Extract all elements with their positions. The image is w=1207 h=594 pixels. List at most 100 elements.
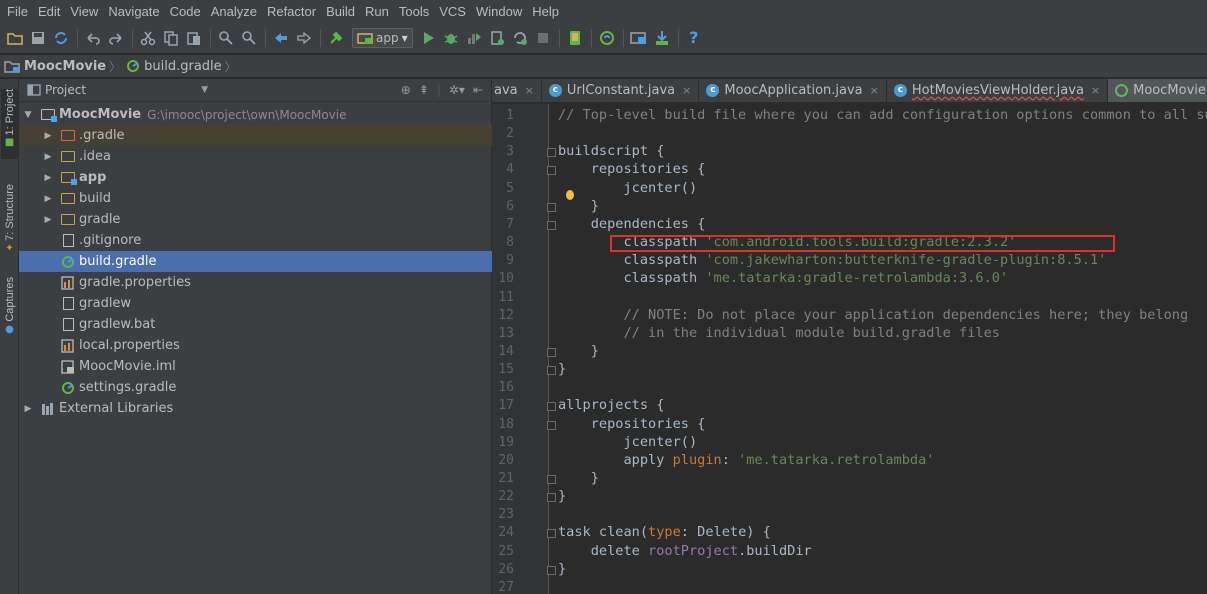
open-folder-icon[interactable] [4, 27, 26, 49]
make-project-icon[interactable] [325, 27, 347, 49]
code-line[interactable]: allprojects { [558, 397, 664, 413]
code-line[interactable]: repositories { [558, 161, 706, 177]
code-line[interactable]: apply plugin: 'me.tatarka.retrolambda' [558, 452, 934, 468]
code-line[interactable]: } [558, 198, 599, 214]
lightbulb-icon[interactable] [566, 190, 574, 200]
menu-item-code[interactable]: Code [165, 0, 206, 23]
gear-icon[interactable]: ✲▾ [449, 83, 465, 97]
tree-item-external-libraries[interactable]: ▶ External Libraries [19, 398, 492, 419]
code-line[interactable]: } [558, 488, 566, 504]
fold-marker-icon[interactable] [547, 166, 556, 176]
collapsed-arrow-icon[interactable]: ▶ [42, 194, 54, 204]
profile-icon[interactable] [463, 27, 485, 49]
attach-debugger-icon[interactable] [486, 27, 508, 49]
tree-item-gradle-properties[interactable]: gradle.properties [19, 272, 492, 293]
tree-item-app[interactable]: ▶ app [19, 167, 492, 188]
tab-hotmoviesviewholder[interactable]: c HotMoviesViewHolder.java × [887, 79, 1109, 102]
copy-icon[interactable] [160, 27, 182, 49]
menu-item-refactor[interactable]: Refactor [262, 0, 321, 23]
code-line[interactable]: buildscript { [558, 143, 664, 159]
tree-item-build-gradle[interactable]: build.gradle [19, 251, 492, 272]
help-icon[interactable]: ? [683, 27, 705, 49]
fold-marker-icon[interactable] [547, 148, 556, 158]
tree-item-gradlew-bat[interactable]: gradlew.bat [19, 314, 492, 335]
tool-tab-structure[interactable]: 7: Structure ✦ [1, 184, 18, 259]
project-structure-icon[interactable] [628, 27, 650, 49]
fold-marker-icon[interactable] [547, 202, 556, 212]
collapse-all-icon[interactable]: ⇞ [419, 83, 429, 97]
chevron-down-icon[interactable]: ▼ [201, 85, 208, 95]
breadcrumb-project[interactable]: MoocMovie 〉 [4, 58, 126, 75]
sync-icon[interactable] [50, 27, 72, 49]
code-line[interactable]: // NOTE: Do not place your application d… [558, 307, 1188, 323]
code-line[interactable]: task clean(type: Delete) { [558, 524, 771, 540]
tab-moocmovie[interactable]: MoocMovie × [1108, 79, 1207, 102]
fold-marker-icon[interactable] [547, 493, 556, 503]
tree-item-local-properties[interactable]: local.properties [19, 335, 492, 356]
project-panel-title[interactable]: Project [45, 83, 86, 97]
fold-marker-icon[interactable] [547, 565, 556, 575]
sync-gradle-icon[interactable] [596, 27, 618, 49]
code-line[interactable]: classpath 'com.jakewharton:butterknife-g… [558, 252, 1106, 268]
tree-item-gitignore[interactable]: .gitignore [19, 230, 492, 251]
stop-icon[interactable] [532, 27, 554, 49]
menu-item-vcs[interactable]: VCS [434, 0, 471, 23]
menu-item-navigate[interactable]: Navigate [103, 0, 164, 23]
breadcrumb-file[interactable]: build.gradle 〉 [126, 58, 242, 75]
menu-item-view[interactable]: View [65, 0, 103, 23]
tree-item-idea[interactable]: ▶ .idea [19, 146, 492, 167]
scroll-from-source-icon[interactable]: ⊕ [401, 83, 411, 97]
tree-item-iml[interactable]: MoocMovie.iml [19, 356, 492, 377]
redo-icon[interactable] [105, 27, 127, 49]
collapsed-arrow-icon[interactable]: ▶ [42, 215, 54, 225]
tool-tab-project[interactable]: 1: Project ■ [1, 89, 18, 159]
hide-panel-icon[interactable]: ⇤ [473, 83, 483, 97]
undo-icon[interactable] [82, 27, 104, 49]
code-line[interactable]: // Top-level build file where you can ad… [558, 107, 1207, 123]
expanded-arrow-icon[interactable]: ▼ [22, 110, 34, 120]
tree-item-gradlew[interactable]: gradlew [19, 293, 492, 314]
code-line[interactable]: dependencies { [558, 216, 706, 232]
code-line[interactable]: } [558, 361, 566, 377]
close-icon[interactable]: × [870, 84, 879, 97]
menu-item-edit[interactable]: Edit [33, 0, 65, 23]
fold-marker-icon[interactable] [547, 420, 556, 430]
code-line[interactable]: } [558, 470, 599, 486]
collapsed-arrow-icon[interactable]: ▶ [42, 131, 54, 141]
menu-item-build[interactable]: Build [321, 0, 360, 23]
tree-item-root[interactable]: ▼ MoocMovie G:\imooc\project\own\MoocMov… [19, 104, 492, 125]
run-icon[interactable] [417, 27, 439, 49]
sdk-manager-icon[interactable] [651, 27, 673, 49]
tab-moocapplication[interactable]: c MoocApplication.java × [699, 79, 887, 102]
tab-truncated[interactable]: ava × [492, 79, 542, 102]
cut-icon[interactable] [137, 27, 159, 49]
fold-marker-icon[interactable] [547, 529, 556, 539]
fold-marker-icon[interactable] [547, 220, 556, 230]
tree-item-settings-gradle[interactable]: settings.gradle [19, 377, 492, 398]
find-icon[interactable] [215, 27, 237, 49]
code-line[interactable]: delete rootProject.buildDir [558, 543, 812, 559]
replace-icon[interactable] [238, 27, 260, 49]
code-line[interactable]: jcenter() [558, 180, 697, 196]
collapsed-arrow-icon[interactable]: ▶ [42, 152, 54, 162]
menu-item-tools[interactable]: Tools [394, 0, 434, 23]
run-config-select[interactable]: app ▼ [352, 28, 413, 48]
fold-marker-icon[interactable] [547, 402, 556, 412]
menu-item-run[interactable]: Run [360, 0, 394, 23]
debug-icon[interactable] [440, 27, 462, 49]
close-icon[interactable]: × [1091, 84, 1100, 97]
code-line[interactable]: repositories { [558, 416, 706, 432]
paste-icon[interactable] [183, 27, 205, 49]
menu-item-analyze[interactable]: Analyze [206, 0, 262, 23]
code-line[interactable]: } [558, 343, 599, 359]
avd-manager-icon[interactable] [564, 27, 586, 49]
back-icon[interactable] [270, 27, 292, 49]
tree-item-gradle[interactable]: ▶ gradle [19, 209, 492, 230]
code-editor[interactable]: 1 2 3 4 5 6 7 8 9 10 11 12 13 14 15 16 17 18 19 20 21 22 23 24 2… [492, 104, 1207, 594]
tree-item-build[interactable]: ▶ build [19, 188, 492, 209]
tree-item-gradle-dir[interactable]: ▶ .gradle [19, 125, 492, 146]
code-line[interactable]: classpath 'me.tatarka:gradle-retrolambda… [558, 270, 1008, 286]
menu-item-help[interactable]: Help [527, 0, 564, 23]
tab-urlconstant[interactable]: c UrlConstant.java × [542, 79, 700, 102]
fold-marker-icon[interactable] [547, 366, 556, 376]
